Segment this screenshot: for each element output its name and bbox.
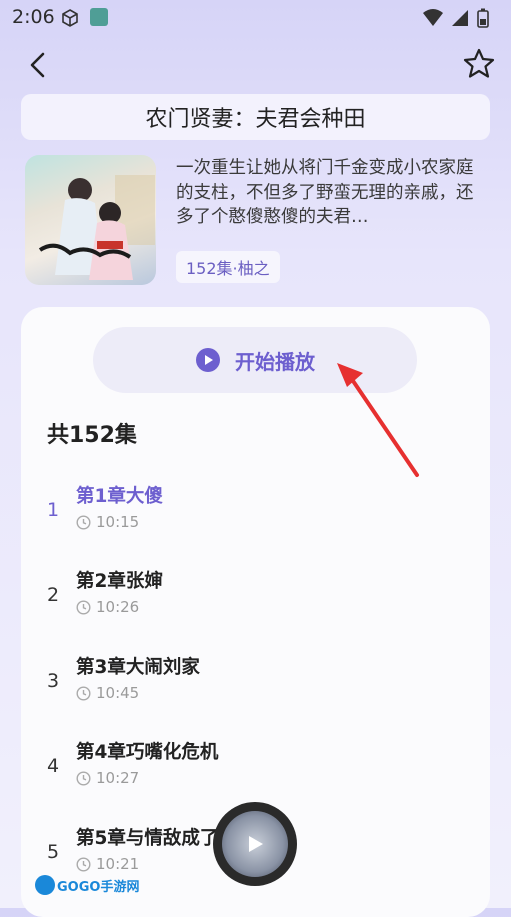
clock-icon [76,514,91,530]
episode-number: 1 [47,499,60,521]
book-description: 一次重生让她从将门千金变成小农家庭的支柱，不但多了野蛮无理的亲戚，还多了个憨傻憨… [176,158,474,227]
top-bar [0,40,511,90]
episode-title: 第3章大闹刘家 [76,657,200,678]
episode-number: 5 [47,841,60,863]
watermark-logo-icon [35,875,55,895]
episode-title: 第1章大傻 [76,486,163,507]
cover-illustration [38,175,155,280]
annotation-arrow-icon [337,363,419,477]
episode-duration: 10:45 [76,684,139,702]
episode-duration: 10:26 [76,598,139,616]
app-notification-icon [90,8,108,26]
status-bar: 2:06 [0,0,511,34]
watermark: GOGO手游网 [35,875,139,895]
clock-icon [76,856,91,872]
episode-author-tag: 152集·柚之 [176,251,280,283]
episode-duration: 10:21 [76,855,139,873]
episode-time: 10:45 [96,684,140,702]
back-icon[interactable] [22,48,56,82]
episode-time: 10:15 [96,513,140,531]
book-title: 农门贤妻：夫君会种田 [145,107,366,132]
clock-icon [76,599,91,615]
episode-title: 第4章巧嘴化危机 [76,742,219,763]
episode-title: 第2章张婶 [76,571,163,592]
play-icon [196,348,220,372]
star-icon[interactable] [461,46,497,82]
episode-time: 10:27 [96,769,140,787]
mini-player-cover [222,811,288,877]
mini-player[interactable] [213,802,297,886]
episode-item[interactable]: 2 第2章张婶 10:26 [21,562,490,642]
episode-number: 2 [47,584,60,606]
episode-number: 3 [47,670,60,692]
wifi-icon [423,9,443,26]
episode-number: 4 [47,755,60,777]
episode-title: 第5章与情敌成了 [76,828,219,849]
episode-count: 共152集 [47,423,137,448]
signal-icon [452,10,468,26]
episode-duration: 10:15 [76,513,139,531]
book-title-bar: 农门贤妻：夫君会种田 [21,94,490,140]
mini-player-play-icon [249,836,263,852]
status-time: 2:06 [12,6,55,28]
book-cover[interactable] [25,155,156,285]
clock-icon [76,770,91,786]
episode-duration: 10:27 [76,769,139,787]
episode-time: 10:21 [96,855,140,873]
episode-item[interactable]: 1 第1章大傻 10:15 [21,477,490,557]
start-play-label: 开始播放 [235,349,315,374]
clock-icon [76,685,91,701]
episode-item[interactable]: 3 第3章大闹刘家 10:45 [21,648,490,728]
episode-item[interactable]: 4 第4章巧嘴化危机 10:27 [21,733,490,813]
status-indicators [423,8,489,28]
watermark-text: GOGO手游网 [57,879,140,895]
episode-time: 10:26 [96,598,140,616]
box-icon [62,9,78,27]
battery-icon [477,8,489,28]
